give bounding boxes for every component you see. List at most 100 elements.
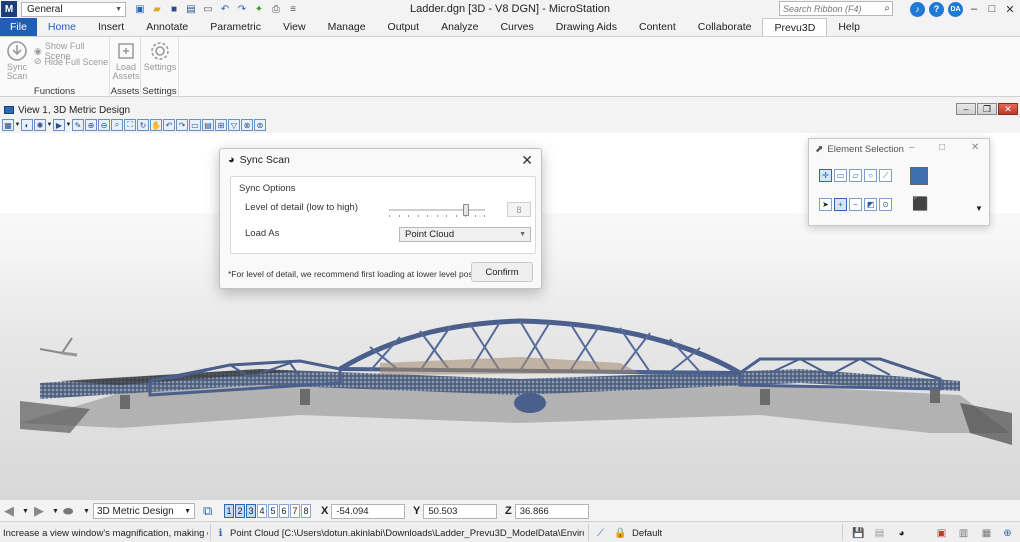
- arrow-icon[interactable]: ▶: [53, 119, 65, 131]
- forward-icon[interactable]: ▶: [34, 503, 44, 519]
- next-view-icon[interactable]: ↷: [176, 119, 188, 131]
- chevron-down-icon[interactable]: ▼: [15, 119, 21, 131]
- chevron-down-icon[interactable]: ▼: [66, 119, 72, 131]
- view-groups-icon[interactable]: ⧉: [203, 503, 212, 519]
- view-attributes-icon[interactable]: ▦: [2, 119, 14, 131]
- print-icon[interactable]: ⎙: [270, 3, 282, 15]
- previous-view-icon[interactable]: ↶: [163, 119, 175, 131]
- lighting-icon[interactable]: ✺: [34, 119, 46, 131]
- confirm-button[interactable]: Confirm: [471, 262, 533, 282]
- tab-prevu3d[interactable]: Prevu3D: [762, 18, 828, 36]
- view-toggle-8[interactable]: 8: [301, 504, 311, 518]
- view-toggle-1[interactable]: 1: [224, 504, 234, 518]
- tab-curves[interactable]: Curves: [489, 18, 544, 36]
- microstation-logo-icon[interactable]: M: [1, 1, 17, 17]
- clear-selection-icon[interactable]: [910, 167, 928, 185]
- pin-icon[interactable]: ✦: [253, 3, 265, 15]
- model-icon[interactable]: ⬬: [63, 503, 73, 519]
- view-display-icon[interactable]: ▭: [189, 119, 201, 131]
- tab-file[interactable]: File: [0, 18, 37, 36]
- tab-output[interactable]: Output: [377, 18, 431, 36]
- pointer-icon[interactable]: ➤: [819, 198, 832, 211]
- search-icon[interactable]: ⌕: [884, 3, 892, 14]
- y-coordinate-field[interactable]: 50.503: [423, 503, 498, 519]
- copy-view-icon[interactable]: ▤: [202, 119, 214, 131]
- window-area-icon[interactable]: ⌕: [111, 119, 123, 131]
- lod-slider-thumb[interactable]: [462, 204, 469, 216]
- view-selector-icon[interactable]: ▣: [134, 3, 146, 15]
- camera-icon[interactable]: ⊞: [215, 119, 227, 131]
- brush-icon[interactable]: ✎: [72, 119, 84, 131]
- block-select-icon[interactable]: ▭: [834, 169, 847, 182]
- shape-select-icon[interactable]: ▱: [849, 169, 862, 182]
- network-icon[interactable]: ⊕: [1001, 526, 1014, 540]
- tab-help[interactable]: Help: [827, 18, 871, 36]
- accudraw-icon[interactable]: ⟋: [594, 526, 607, 540]
- add-mode-icon[interactable]: +: [834, 198, 847, 211]
- settings-button[interactable]: Settings: [144, 40, 176, 72]
- model-status-icon[interactable]: ▣: [935, 526, 948, 540]
- subtract-mode-icon[interactable]: −: [849, 198, 862, 211]
- info-icon[interactable]: ℹ: [214, 526, 227, 540]
- undo-icon[interactable]: ↶: [219, 3, 231, 15]
- prevu3d-status-icon[interactable]: ◕: [895, 526, 908, 540]
- view-rotation-icon[interactable]: ⊚: [254, 119, 266, 131]
- panel-minimize-button[interactable]: –: [909, 142, 915, 153]
- notifications-icon[interactable]: ♪: [910, 1, 925, 17]
- view-close-button[interactable]: ✕: [998, 103, 1018, 115]
- fit-view-icon[interactable]: ⛶: [124, 119, 136, 131]
- tab-insert[interactable]: Insert: [87, 18, 135, 36]
- user-avatar[interactable]: DA: [948, 1, 963, 17]
- chevron-down-icon[interactable]: ▼: [52, 503, 59, 519]
- active-level[interactable]: Default: [632, 526, 662, 540]
- lod-value-field[interactable]: 8: [507, 202, 531, 217]
- circle-select-icon[interactable]: ○: [864, 169, 877, 182]
- back-icon[interactable]: ◀: [4, 503, 14, 519]
- new-selection-icon[interactable]: ⊙: [879, 198, 892, 211]
- tab-home[interactable]: Home: [37, 18, 87, 36]
- individual-select-icon[interactable]: ✛: [819, 169, 832, 182]
- tab-view[interactable]: View: [272, 18, 317, 36]
- redo-icon[interactable]: ↷: [236, 3, 248, 15]
- x-coordinate-field[interactable]: -54.094: [331, 503, 406, 519]
- display-style-icon[interactable]: ◐: [21, 119, 33, 131]
- tab-content[interactable]: Content: [628, 18, 687, 36]
- hide-full-scene-button[interactable]: ⊘ Hide Full Scene: [34, 56, 108, 67]
- message-center-icon[interactable]: ▥: [957, 526, 970, 540]
- expand-panel-icon[interactable]: ▼: [975, 204, 983, 213]
- view-toggle-2[interactable]: 2: [235, 504, 245, 518]
- tab-annotate[interactable]: Annotate: [135, 18, 199, 36]
- open-folder-icon[interactable]: ▰: [151, 3, 163, 15]
- line-select-icon[interactable]: ⟋: [879, 169, 892, 182]
- tab-collaborate[interactable]: Collaborate: [687, 18, 763, 36]
- save-status-icon[interactable]: 💾: [852, 526, 865, 540]
- load-assets-button[interactable]: Load Assets: [113, 40, 140, 81]
- z-coordinate-field[interactable]: 36.866: [514, 503, 589, 519]
- sync-scan-button[interactable]: Sync Scan: [4, 40, 30, 81]
- zoom-out-icon[interactable]: ⊖: [98, 119, 110, 131]
- panel-close-button[interactable]: ✕: [971, 142, 979, 153]
- view-toggle-4[interactable]: 4: [257, 504, 267, 518]
- save-icon[interactable]: ■: [168, 3, 180, 15]
- close-button[interactable]: ✕: [1003, 3, 1017, 16]
- view-toggle-5[interactable]: 5: [268, 504, 278, 518]
- invert-mode-icon[interactable]: ◩: [864, 198, 877, 211]
- maximize-button[interactable]: □: [985, 3, 999, 15]
- zoom-in-icon[interactable]: ⊕: [85, 119, 97, 131]
- notes-icon[interactable]: ▦: [980, 526, 993, 540]
- help-icon[interactable]: ?: [929, 1, 944, 17]
- clip-mask-icon[interactable]: ⊗: [241, 119, 253, 131]
- lod-slider[interactable]: [389, 204, 485, 218]
- tab-analyze[interactable]: Analyze: [430, 18, 489, 36]
- tab-manage[interactable]: Manage: [317, 18, 377, 36]
- active-model-select[interactable]: 3D Metric Design ▼: [93, 503, 195, 519]
- customize-qat-icon[interactable]: ≡: [287, 3, 299, 15]
- tab-drawing-aids[interactable]: Drawing Aids: [545, 18, 628, 36]
- chevron-down-icon[interactable]: ▼: [22, 503, 29, 519]
- search-ribbon-input[interactable]: Search Ribbon (F4) ⌕: [779, 1, 893, 16]
- view-minimize-button[interactable]: –: [956, 103, 976, 115]
- clip-volume-icon[interactable]: ▽: [228, 119, 240, 131]
- design-history-icon[interactable]: ▤: [873, 526, 886, 540]
- workspace-select[interactable]: General ▼: [21, 1, 126, 17]
- view-toggle-6[interactable]: 6: [279, 504, 289, 518]
